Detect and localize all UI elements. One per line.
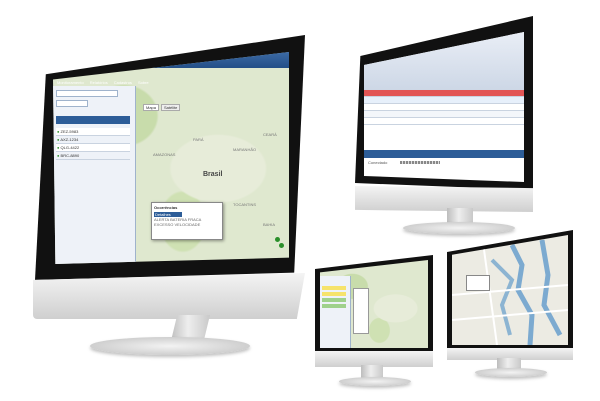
connection-status: Conectado xyxy=(368,160,388,165)
filter-input[interactable] xyxy=(56,100,88,107)
vehicle-sidebar: ● ZEZ-5983 ● AXZ-1234 ● QLG-4422 ● BRC-8… xyxy=(53,86,136,264)
vehicle-marker-icon[interactable] xyxy=(275,237,280,242)
small-monitor-routes xyxy=(447,230,575,385)
search-input[interactable] xyxy=(56,90,118,97)
popup-item: EXCESSO VELOCIDADE xyxy=(154,222,201,227)
table-row[interactable] xyxy=(364,97,524,104)
map-state-label: BAHIA xyxy=(263,222,276,227)
main-monitor-chin xyxy=(33,273,305,319)
map-country-label: Brasil xyxy=(203,171,223,178)
vehicle-marker-icon[interactable] xyxy=(279,243,284,248)
map-state-label: AMAZONAS xyxy=(153,152,176,157)
table-footer-bar xyxy=(364,150,524,158)
map-state-label: TOCANTINS xyxy=(233,202,257,207)
menu-item-monitoramento[interactable]: Monitoramento xyxy=(57,80,84,85)
small-monitor-list xyxy=(315,255,435,395)
tab-map[interactable]: Mapa xyxy=(143,104,160,111)
table-row[interactable] xyxy=(364,111,524,118)
vehicle-list-header xyxy=(56,116,130,124)
main-screen: Monitoramento Relatórios Cadastros Sobre… xyxy=(53,52,289,264)
occurrences-popup: Ocorrências Detalhes ALERTA BATERIA FRAC… xyxy=(151,202,223,240)
context-menu xyxy=(353,288,369,334)
map-markers xyxy=(275,237,285,251)
menu-item-relatorios[interactable]: Relatórios xyxy=(90,80,108,85)
vehicle-item[interactable]: ● AXZ-1234 xyxy=(56,136,130,144)
small-monitor-routes-base xyxy=(475,368,547,377)
route-info-popup xyxy=(466,275,490,291)
progress-bar xyxy=(400,161,440,164)
small-screen-list xyxy=(320,260,428,348)
table-monitor-chin xyxy=(355,186,533,212)
table-row[interactable] xyxy=(364,90,524,97)
map-state-label: MARANHÃO xyxy=(233,147,257,152)
vehicle-item[interactable]: ● BRC-8890 xyxy=(56,152,130,160)
map-state-label: CEARÁ xyxy=(263,132,277,137)
vehicle-item[interactable]: ● ZEZ-5983 xyxy=(56,128,130,136)
table-row[interactable] xyxy=(364,104,524,111)
popup-title: Ocorrências xyxy=(154,205,178,210)
table-monitor: Conectado xyxy=(355,10,535,240)
small-monitor-list-base xyxy=(339,377,411,386)
table-row[interactable] xyxy=(364,118,524,125)
tab-satellite[interactable]: Satélite xyxy=(161,104,181,111)
main-monitor-base xyxy=(90,337,250,355)
main-monitor: Monitoramento Relatórios Cadastros Sobre… xyxy=(33,15,315,360)
menu-item-sobre[interactable]: Sobre xyxy=(138,80,149,85)
map-type-tabs: Mapa Satélite xyxy=(143,104,181,111)
vehicle-item[interactable]: ● QLG-4422 xyxy=(56,144,130,152)
menu-item-cadastros[interactable]: Cadastros xyxy=(114,80,132,85)
map-state-label: PARÁ xyxy=(193,137,204,142)
vehicle-sidebar xyxy=(320,276,351,348)
